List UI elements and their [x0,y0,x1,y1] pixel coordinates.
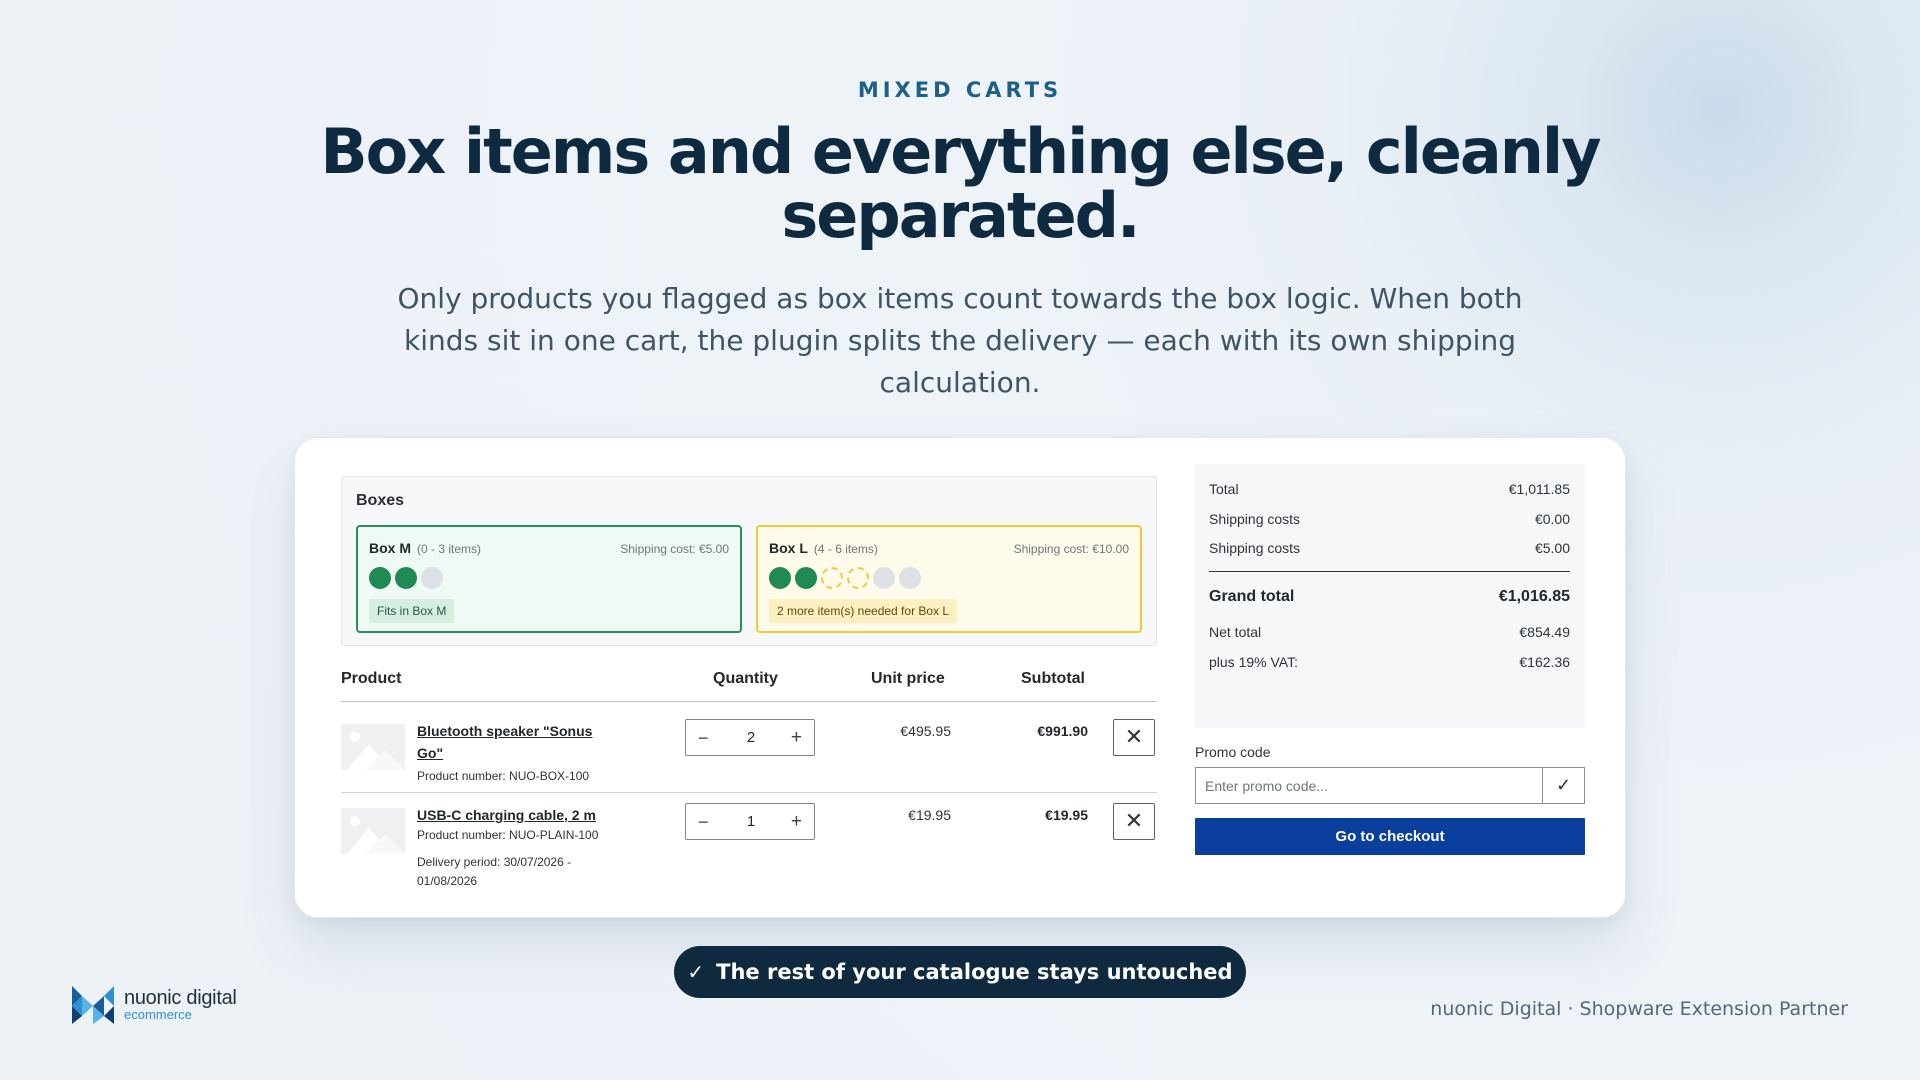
boxes-title: Boxes [356,492,405,509]
table-row: Bluetooth speaker "Sonus Go" Product num… [341,703,1157,793]
slot-needed [847,567,869,589]
box-name: Box M (0 - 3 items) [369,540,481,556]
product-image-placeholder [341,724,405,770]
box-shipping-cost: Shipping cost: €10.00 [1013,542,1129,556]
table-row: USB-C charging cable, 2 m Product number… [341,794,1157,904]
summary-shipping: Shipping costs €5.00 [1209,540,1570,556]
order-summary: Total €1,011.85 Shipping costs €0.00 Shipp… [1195,464,1585,728]
table-header: Product Quantity Unit price Subtotal [341,670,1157,702]
summary-grand-total: Grand total €1,016.85 [1209,588,1570,606]
slot-empty [421,567,443,589]
line-subtotal: €991.90 [1037,723,1088,739]
partner-text: nuonic Digital · Shopware Extension Part… [1430,998,1848,1020]
check-icon: ✓ [687,960,705,984]
summary-label: Shipping costs [1209,540,1301,556]
header-quantity: Quantity [713,670,778,687]
summary-label: Net total [1209,624,1262,640]
slot-filled [769,567,791,589]
company-logo: nuonic digital ecommerce [70,982,250,1028]
subtext: Only products you flagged as box items c… [397,282,1523,399]
box-range: (0 - 3 items) [417,542,482,556]
plus-icon[interactable]: + [791,727,802,749]
promo-code-label: Promo code [1195,744,1271,760]
promo-code-input[interactable] [1195,767,1543,804]
logo-subtitle: ecommerce [124,1007,192,1022]
box-m-card: Box M (0 - 3 items) Shipping cost: €5.00 … [356,525,742,633]
box-shipping-cost: Shipping cost: €5.00 [620,542,729,556]
header-product: Product [341,670,402,687]
plus-icon[interactable]: + [791,811,802,833]
eyebrow: MIXED CARTS [857,78,1063,102]
box-name-label: Box M [369,540,411,556]
minus-icon[interactable]: − [698,812,709,833]
header-unit-price: Unit price [871,670,945,687]
promo-submit-button[interactable]: ✓ [1542,767,1585,804]
product-name-link[interactable]: USB-C charging cable, 2 m [417,804,617,826]
slot-filled [395,567,417,589]
cart-card: Boxes Box M (0 - 3 items) Shipping cost: … [294,437,1626,918]
summary-label: Total [1209,481,1239,497]
box-name-label: Box L [769,540,808,556]
boxes-panel: Boxes Box M (0 - 3 items) Shipping cost: … [341,476,1157,646]
product-number: Product number: NUO-PLAIN-100 [417,828,599,842]
slot-filled [369,567,391,589]
box-fill-indicator [369,567,443,589]
line-subtotal: €19.95 [1045,807,1088,823]
slot-needed [821,567,843,589]
box-status-badge: Fits in Box M [369,599,455,623]
box-fill-indicator [769,567,921,589]
summary-value: €5.00 [1534,540,1570,556]
header-subtotal: Subtotal [1021,670,1085,687]
delivery-period: Delivery period: 30/07/2026 - 01/08/2026 [417,855,572,888]
summary-divider [1209,571,1570,572]
slot-empty [899,567,921,589]
minus-icon[interactable]: − [698,728,709,749]
close-icon: ✕ [1124,724,1144,749]
check-icon: ✓ [1555,775,1572,795]
unit-price: €19.95 [908,807,951,823]
summary-value: €1,011.85 [1508,481,1570,497]
summary-label: plus 19% VAT: [1209,654,1298,670]
summary-net-total: Net total €854.49 [1209,624,1570,640]
product-number: Product number: NUO-BOX-100 [417,769,590,783]
logo-mark-icon [72,986,114,1024]
close-icon: ✕ [1124,808,1144,833]
product-image-placeholder [341,808,405,854]
quantity-stepper[interactable]: − 2 + [685,719,815,756]
quantity-stepper[interactable]: − 1 + [685,803,815,840]
box-range: (4 - 6 items) [813,542,878,556]
summary-total: Total €1,011.85 [1209,481,1570,497]
product-name-link[interactable]: Bluetooth speaker "Sonus Go" [417,720,617,764]
feature-pill: ✓ The rest of your catalogue stays untou… [674,946,1246,998]
summary-value: €0.00 [1534,511,1570,527]
box-status-badge: 2 more item(s) needed for Box L [769,599,958,623]
summary-shipping: Shipping costs €0.00 [1209,511,1570,527]
remove-button[interactable]: ✕ [1113,719,1155,756]
remove-button[interactable]: ✕ [1113,803,1155,840]
summary-value: €854.49 [1519,624,1570,640]
summary-vat: plus 19% VAT: €162.36 [1209,654,1570,670]
slot-empty [873,567,895,589]
checkout-button[interactable]: Go to checkout [1195,818,1585,855]
slot-filled [795,567,817,589]
summary-value: €162.36 [1519,654,1570,670]
box-name: Box L (4 - 6 items) [769,540,878,556]
feature-pill-label: The rest of your catalogue stays untouch… [716,960,1233,984]
box-l-card: Box L (4 - 6 items) Shipping cost: €10.00… [756,525,1142,633]
summary-value: €1,016.85 [1498,588,1570,605]
summary-label: Shipping costs [1209,511,1301,527]
summary-label: Grand total [1209,588,1295,605]
headline: Box items and everything else, cleanly s… [320,115,1601,252]
unit-price: €495.95 [900,723,951,739]
